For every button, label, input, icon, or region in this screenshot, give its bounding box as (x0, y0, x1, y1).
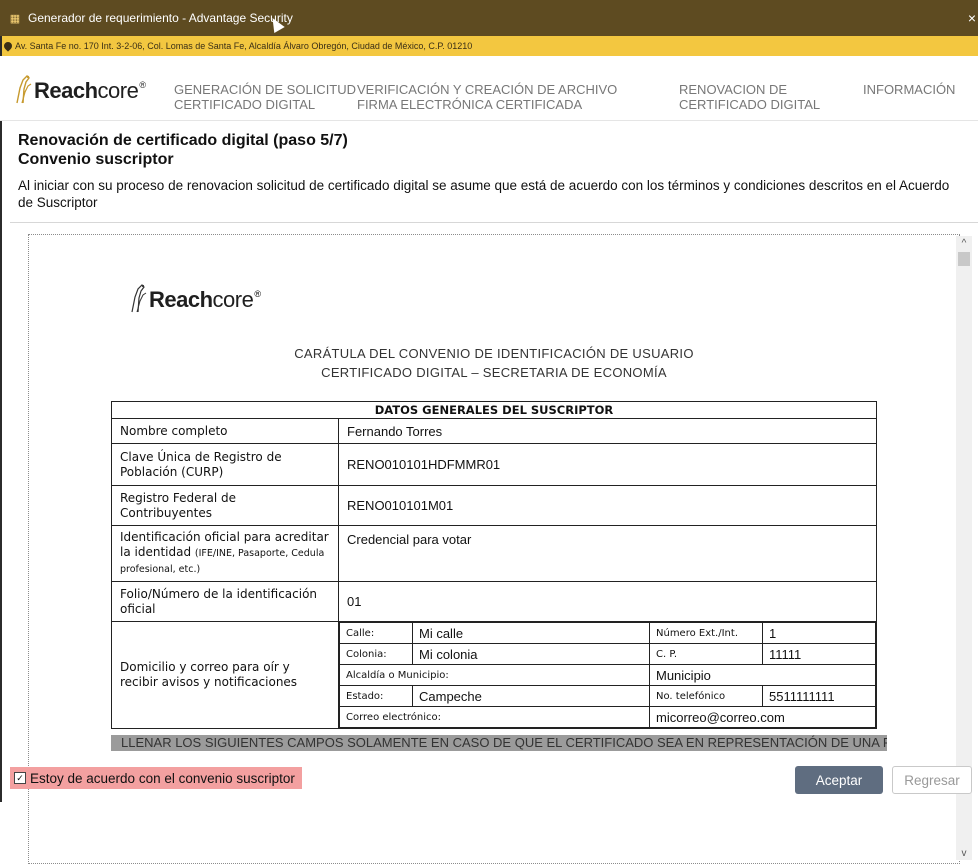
nav-informacion[interactable]: INFORMACIÓN (863, 82, 955, 97)
reachcore-logo[interactable]: Reach core ® (14, 74, 146, 104)
table-row: Nombre completo Fernando Torres (111, 418, 877, 444)
window-titlebar: ▦ Generador de requerimiento - Advantage… (0, 0, 978, 36)
nav-generacion-solicitud[interactable]: GENERACIÓN DE SOLICITUD CERTIFICADO DIGI… (174, 82, 356, 112)
table-section-title: DATOS GENERALES DEL SUSCRIPTOR (111, 401, 877, 419)
table-row: Registro Federal de Contribuyentes RENO0… (111, 485, 877, 526)
logo-text-reach: Reach (34, 78, 98, 103)
row-value: RENO010101HDFMMR01 (338, 443, 877, 486)
telefono-value: 5511111111 (762, 685, 876, 707)
nav-item-line2: FIRMA ELECTRÓNICA CERTIFICADA (357, 97, 583, 112)
calle-value: Mi calle (412, 622, 650, 644)
app-icon: ▦ (9, 12, 21, 25)
table-row: Clave Única de Registro de Población (CU… (111, 443, 877, 486)
estado-label: Estado: (339, 685, 413, 707)
numero-value: 1 (762, 622, 876, 644)
address-subtable: Calle: Mi calle Número Ext./Int. 1 Colon… (339, 622, 876, 728)
divider (10, 222, 978, 223)
agree-label[interactable]: Estoy de acuerdo con el convenio suscrip… (30, 771, 295, 786)
subscriber-data-table: DATOS GENERALES DEL SUSCRIPTOR Nombre co… (111, 401, 877, 729)
table-row: Identificación oficial para acreditar la… (111, 525, 877, 582)
scroll-up-icon[interactable]: ^ (956, 236, 972, 250)
logo-registered-mark: ® (254, 289, 261, 299)
document-heading-line2: CERTIFICADO DIGITAL – SECRETARIA DE ECON… (321, 365, 667, 380)
representation-band: LLENAR LOS SIGUIENTES CAMPOS SOLAMENTE E… (111, 735, 887, 751)
accept-button[interactable]: Aceptar (795, 766, 883, 794)
agree-checkbox[interactable]: ✓ (14, 772, 26, 784)
location-pin-icon (2, 40, 14, 52)
scroll-down-icon[interactable]: v (956, 846, 972, 860)
document-heading-line1: CARÁTULA DEL CONVENIO DE IDENTIFICACIÓN … (294, 346, 694, 361)
page-title: Renovación de certificado digital (paso … (18, 132, 348, 149)
row-value: RENO010101M01 (338, 485, 877, 526)
table-row: Folio/Número de la identificación oficia… (111, 581, 877, 622)
giraffe-logo-icon (131, 284, 147, 313)
colonia-value: Mi colonia (412, 643, 650, 665)
correo-value: micorreo@correo.com (649, 706, 876, 728)
row-label: Domicilio y correo para oír y recibir av… (111, 621, 339, 729)
page-subtitle: Convenio suscriptor (18, 151, 174, 168)
nav-item-line1: RENOVACION DE (679, 82, 788, 97)
agree-checkbox-row[interactable]: ✓ Estoy de acuerdo con el convenio suscr… (10, 767, 302, 789)
table-row-address: Domicilio y correo para oír y recibir av… (111, 621, 877, 729)
row-value: 01 (338, 581, 877, 622)
document-logo: Reach core ® (129, 283, 261, 313)
window-left-border (0, 36, 2, 802)
municipio-value: Municipio (649, 664, 876, 686)
colonia-label: Colonia: (339, 643, 413, 665)
logo-text-core: core (97, 78, 139, 103)
row-value: Fernando Torres (338, 418, 877, 444)
cp-label: C. P. (649, 643, 763, 665)
cp-value: 11111 (762, 643, 876, 665)
logo-registered-mark: ® (139, 80, 146, 90)
nav-verificacion-archivo[interactable]: VERIFICACIÓN Y CREACIÓN DE ARCHIVO FIRMA… (357, 82, 617, 112)
numero-label: Número Ext./Int. (649, 622, 763, 644)
row-label: Registro Federal de Contribuyentes (111, 485, 339, 526)
address-bar: Av. Santa Fe no. 170 Int. 3-2-06, Col. L… (0, 36, 978, 56)
correo-label: Correo electrónico: (339, 706, 650, 728)
window-title: Generador de requerimiento - Advantage S… (28, 11, 293, 25)
nav-renovacion-certificado[interactable]: RENOVACION DE CERTIFICADO DIGITAL (679, 82, 820, 112)
nav-item-line1: GENERACIÓN DE SOLICITUD (174, 82, 357, 97)
logo-text-core: core (212, 287, 254, 312)
calle-label: Calle: (339, 622, 413, 644)
municipio-label: Alcaldía o Municipio: (339, 664, 650, 686)
back-button[interactable]: Regresar (892, 766, 972, 794)
scroll-thumb[interactable] (958, 252, 970, 266)
intro-text: Al iniciar con su proceso de renovacion … (18, 178, 950, 210)
nav-item-line1: INFORMACIÓN (863, 82, 956, 97)
logo-text-reach: Reach (149, 287, 213, 312)
estado-value: Campeche (412, 685, 650, 707)
nav-item-line2: CERTIFICADO DIGITAL (174, 97, 316, 112)
row-label: Nombre completo (111, 418, 339, 444)
row-label: Clave Única de Registro de Población (CU… (111, 443, 339, 486)
brand-header: Reach core ® GENERACIÓN DE SOLICITUD CERTI… (0, 56, 978, 121)
nav-item-line1: VERIFICACIÓN Y CREACIÓN DE ARCHIVO (357, 82, 618, 97)
telefono-label: No. telefónico (649, 685, 763, 707)
close-icon[interactable]: × (968, 10, 976, 26)
row-value: Credencial para votar (338, 525, 877, 582)
row-label: Folio/Número de la identificación oficia… (111, 581, 339, 622)
address-text: Av. Santa Fe no. 170 Int. 3-2-06, Col. L… (15, 41, 473, 51)
row-label: Identificación oficial para acreditar la… (111, 525, 339, 582)
giraffe-logo-icon (16, 75, 32, 104)
nav-item-line2: CERTIFICADO DIGITAL (679, 97, 821, 112)
